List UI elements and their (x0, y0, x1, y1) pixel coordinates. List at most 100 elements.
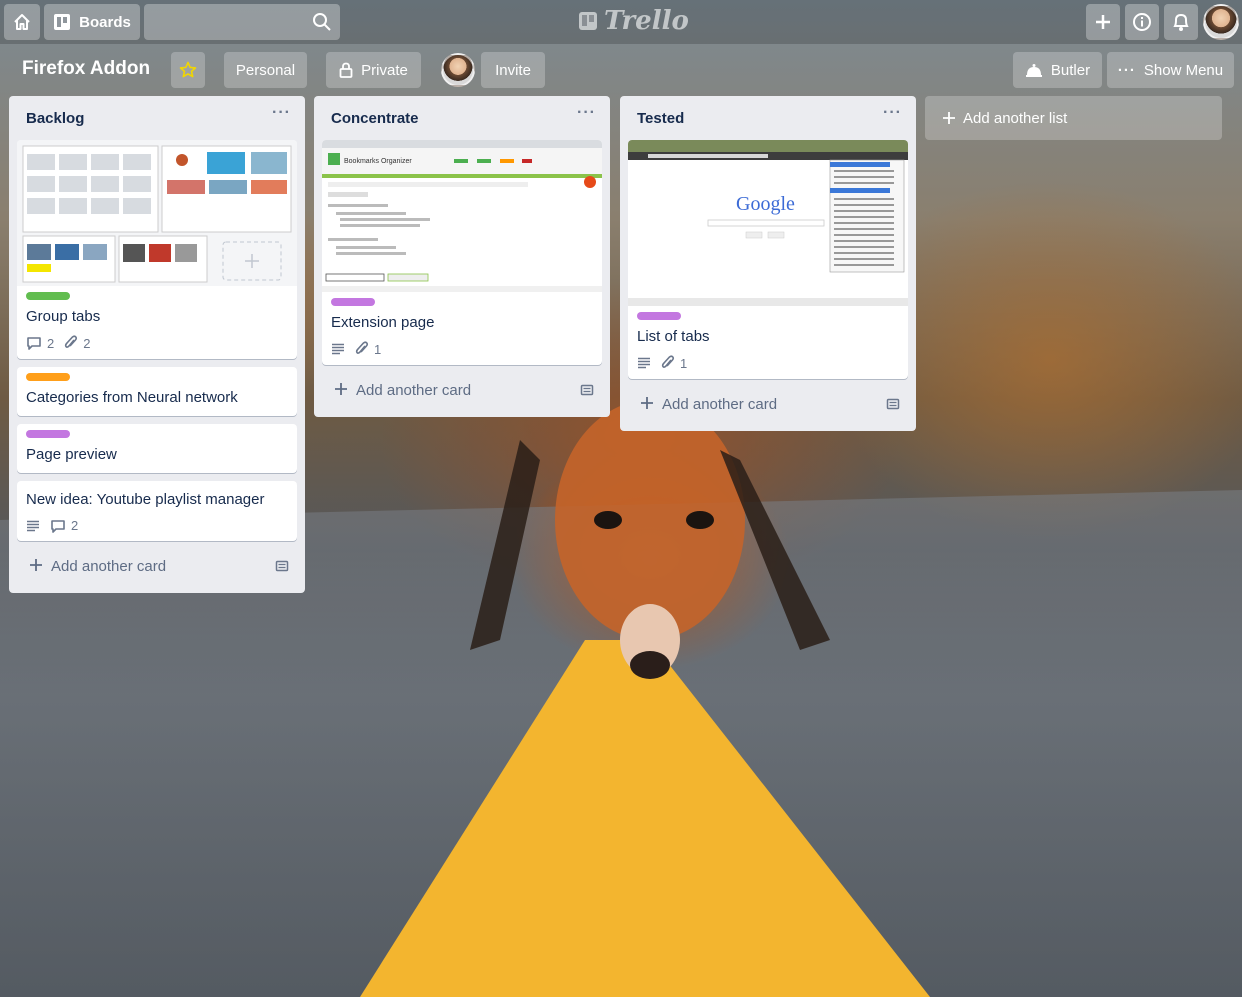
comments-count: 2 (71, 518, 79, 533)
search-icon[interactable] (312, 12, 332, 32)
trello-logo[interactable]: Trello (578, 6, 689, 36)
ellipsis-icon: ··· (1117, 61, 1136, 79)
add-list-button[interactable]: Add another list (925, 96, 1222, 140)
home-button[interactable] (4, 4, 40, 40)
list-backlog: Backlog ··· Group tabs 2 2 Categories fr… (9, 96, 305, 593)
trello-logo-icon (579, 12, 597, 30)
cover-heading: Bookmarks Organizer (344, 158, 412, 165)
description-icon (27, 520, 39, 531)
logo-text: Trello (604, 6, 689, 36)
invite-label: Invite (495, 61, 531, 79)
notifications-button[interactable] (1164, 4, 1198, 40)
user-avatar[interactable] (1203, 4, 1239, 40)
list-concentrate: Concentrate ··· Bookmarks Organizer Exte… (314, 96, 610, 417)
search-field[interactable] (144, 4, 340, 40)
comment-icon (27, 337, 41, 350)
comment-icon (51, 519, 65, 533)
card-title: Group tabs (26, 308, 101, 325)
paperclip-icon (661, 355, 675, 368)
team-label: Personal (235, 61, 296, 79)
card-cover-image: Google (628, 140, 908, 306)
butler-label: Butler (1050, 61, 1091, 79)
add-card-button[interactable]: Add another card (628, 387, 908, 423)
list-tested: Tested ··· Google List of tabs 1 Add ano… (620, 96, 916, 431)
card-list-of-tabs[interactable]: Google List of tabs 1 (628, 140, 908, 379)
card-title: Categories from Neural network (26, 389, 238, 406)
attachments-badge: 1 (355, 341, 381, 357)
show-menu-button[interactable]: ··· Show Menu (1107, 52, 1234, 88)
plus-icon (641, 397, 653, 409)
list-header: Concentrate ··· (314, 96, 610, 140)
butler-button[interactable]: Butler (1013, 52, 1102, 88)
card-cover-image: Bookmarks Organizer (322, 140, 602, 292)
list-title[interactable]: Concentrate (331, 110, 419, 127)
attachments-badge: 1 (661, 355, 687, 371)
paperclip-icon (65, 335, 78, 348)
create-button[interactable] (1086, 4, 1120, 40)
card-extension-page[interactable]: Bookmarks Organizer Extension page 1 (322, 140, 602, 365)
bell-icon (1173, 13, 1189, 31)
card-title: New idea: Youtube playlist manager (26, 491, 265, 508)
lock-icon (339, 62, 353, 78)
comments-count: 2 (47, 335, 55, 351)
orange-label[interactable] (26, 373, 70, 381)
privacy-button[interactable]: Private (326, 52, 421, 88)
card-group-tabs[interactable]: Group tabs 2 2 (17, 140, 297, 359)
search-input[interactable] (144, 4, 340, 40)
list-menu-icon[interactable]: ··· (577, 104, 596, 122)
purple-label[interactable] (331, 298, 375, 306)
purple-label[interactable] (637, 312, 681, 320)
star-icon (179, 61, 197, 78)
card-cover-image (17, 140, 297, 286)
list-header: Tested ··· (620, 96, 916, 140)
list-title[interactable]: Tested (637, 110, 684, 127)
purple-label[interactable] (26, 430, 70, 438)
board-title[interactable]: Firefox Addon (22, 58, 150, 80)
boards-label: Boards (79, 13, 131, 31)
comments-badge: 2 (50, 518, 78, 533)
card-title: Extension page (331, 314, 435, 331)
add-card-button[interactable]: Add another card (17, 549, 297, 585)
card-title: List of tabs (637, 328, 710, 345)
comments-badge: 2 (26, 336, 54, 351)
green-label[interactable] (26, 292, 70, 300)
card-title: Page preview (26, 446, 117, 463)
invite-button[interactable]: Invite (481, 52, 545, 88)
add-card-button[interactable]: Add another card (322, 373, 602, 409)
butler-bell-icon (1025, 64, 1042, 77)
card-categories-neural[interactable]: Categories from Neural network (17, 367, 297, 416)
plus-icon (335, 383, 347, 395)
boards-button[interactable]: Boards (44, 4, 140, 40)
boards-icon (54, 14, 71, 30)
add-card-label: Add another card (51, 558, 167, 575)
add-card-label: Add another card (356, 382, 472, 399)
attachments-count: 1 (374, 341, 382, 357)
list-title[interactable]: Backlog (26, 110, 84, 127)
list-menu-icon[interactable]: ··· (272, 104, 291, 122)
card-youtube-playlist[interactable]: New idea: Youtube playlist manager 2 (17, 481, 297, 541)
info-button[interactable] (1125, 4, 1159, 40)
paperclip-icon (355, 341, 369, 354)
attachments-count: 1 (680, 355, 688, 371)
list-header: Backlog ··· (9, 96, 305, 140)
list-menu-icon[interactable]: ··· (883, 104, 902, 122)
add-list-label: Add another list (963, 110, 1068, 127)
card-template-icon[interactable] (275, 559, 289, 573)
team-visibility-button[interactable]: Personal (224, 52, 307, 88)
star-button[interactable] (171, 52, 205, 88)
card-template-icon[interactable] (886, 397, 900, 411)
attachments-count: 2 (83, 335, 91, 351)
home-icon (14, 14, 30, 30)
description-icon (332, 343, 344, 355)
info-icon (1133, 13, 1151, 31)
plus-icon (1096, 15, 1110, 29)
add-card-label: Add another card (662, 396, 778, 413)
card-template-icon[interactable] (580, 383, 594, 397)
board-member-avatar[interactable] (441, 53, 475, 87)
cover-logo: Google (736, 193, 795, 215)
description-icon (638, 357, 650, 369)
card-page-preview[interactable]: Page preview (17, 424, 297, 473)
show-menu-label: Show Menu (1143, 61, 1224, 79)
attachments-badge: 2 (64, 335, 90, 351)
plus-icon (943, 112, 955, 124)
